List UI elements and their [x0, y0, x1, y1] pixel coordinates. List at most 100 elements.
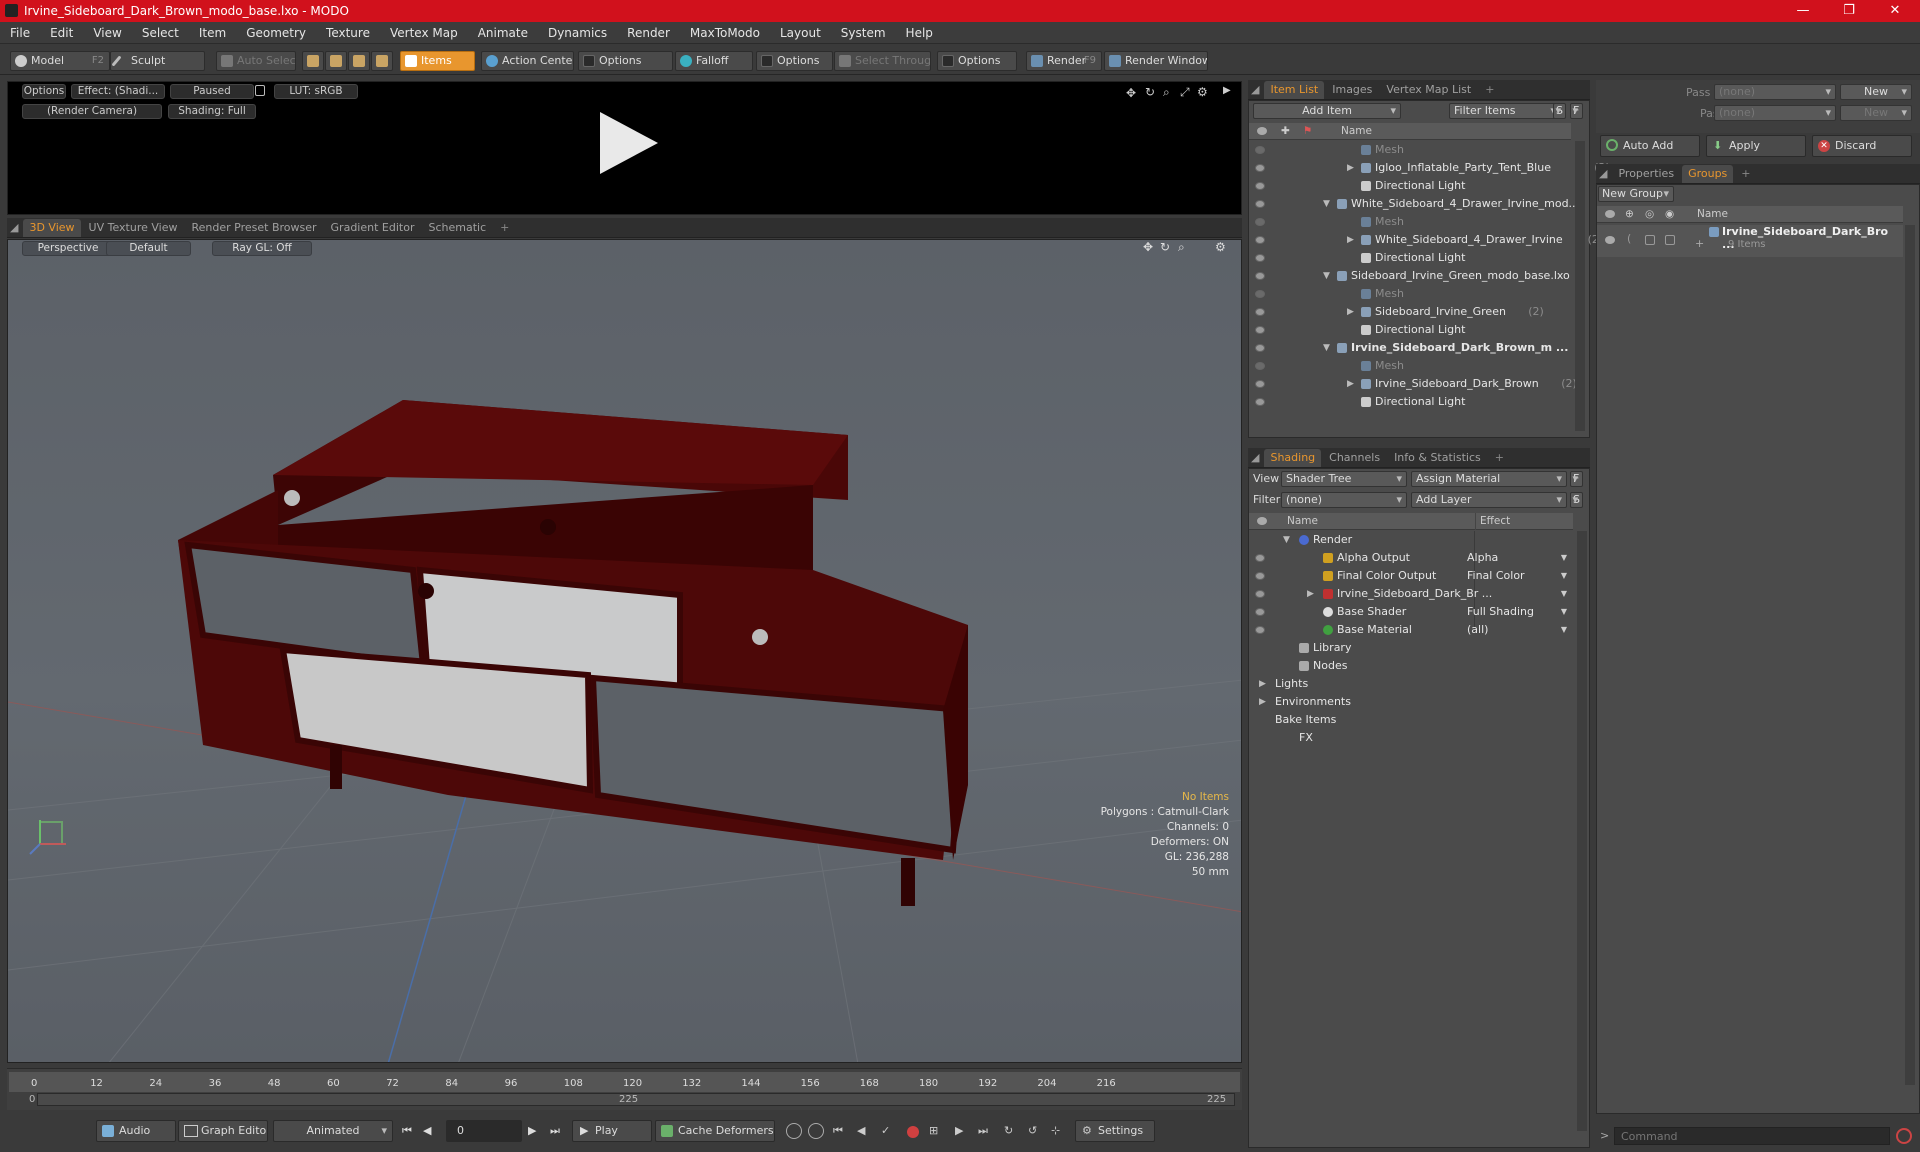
eye-icon[interactable]	[1255, 290, 1265, 298]
record-command-icon[interactable]	[1896, 1128, 1912, 1144]
next-frame-icon[interactable]: ▶	[528, 1124, 536, 1137]
shader-tree-row[interactable]: Base Shader Full Shading ▼	[1249, 603, 1573, 621]
falloff-button[interactable]: Falloff	[675, 51, 753, 71]
item-list-row[interactable]: ▶Igloo_Inflatable_Party_Tent_Blue(2)	[1249, 159, 1610, 177]
menu-item[interactable]: Item	[189, 26, 236, 40]
preview-paused-button[interactable]: Paused	[170, 84, 254, 99]
eye-icon[interactable]	[1605, 236, 1615, 244]
collapse-arrow-icon[interactable]: ▼	[1323, 339, 1330, 357]
lut-dropdown[interactable]: LUT: sRGB	[274, 84, 358, 99]
tab-info-statistics[interactable]: Info & Statistics	[1388, 449, 1487, 467]
eye-icon[interactable]	[1255, 326, 1265, 334]
filter-s-button[interactable]: S	[1553, 103, 1566, 119]
render-button[interactable]: Render F9	[1026, 51, 1102, 71]
eye-icon[interactable]	[1255, 380, 1265, 388]
collapse-arrow-icon[interactable]: ▼	[1323, 267, 1330, 285]
shader-tree-scrollbar[interactable]	[1577, 531, 1587, 1131]
tab-properties[interactable]: Properties	[1612, 165, 1680, 183]
key-channel-icon[interactable]: ⊞	[929, 1124, 938, 1137]
expand-arrow-icon[interactable]: ▶	[1347, 159, 1354, 177]
shader-tree-row[interactable]: Alpha Output Alpha ▼	[1249, 549, 1573, 567]
shading-f-button[interactable]: F	[1570, 471, 1583, 487]
passes-dropdown[interactable]: (none)	[1714, 105, 1836, 121]
item-list-row[interactable]: ▶ Irvine_Sideboard_Dark_Brown (2)	[1249, 375, 1577, 393]
item-list-row[interactable]: Directional Light	[1249, 321, 1571, 339]
add-tab-button[interactable]: +	[1479, 81, 1500, 99]
current-frame-input[interactable]: 0	[446, 1120, 522, 1142]
lock-icon[interactable]: (	[1627, 232, 1631, 245]
expand-arrow-icon[interactable]: ▶	[1347, 231, 1354, 249]
item-list-row[interactable]: ▼ White_Sideboard_4_Drawer_Irvine_mod...	[1249, 195, 1579, 213]
eye-icon[interactable]	[1255, 218, 1265, 226]
shader-tree-row[interactable]: FX	[1249, 729, 1573, 747]
shading-s-button[interactable]: S	[1570, 492, 1583, 508]
item-list-row[interactable]: Directional Light	[1249, 249, 1571, 267]
tab-gradient-editor[interactable]: Gradient Editor	[325, 219, 421, 237]
cache-deformers-button[interactable]: Cache Deformers	[655, 1120, 775, 1142]
eye-icon[interactable]	[1255, 146, 1265, 154]
add-layer-dropdown[interactable]: Add Layer	[1411, 492, 1567, 508]
record-icon[interactable]	[907, 1126, 919, 1138]
item-list-row[interactable]: Mesh	[1249, 213, 1571, 231]
panel-menu-icon[interactable]: ◢	[1596, 165, 1610, 183]
menu-select[interactable]: Select	[132, 26, 189, 40]
play-icon[interactable]	[592, 108, 662, 178]
prev-frame-icon[interactable]: ◀	[423, 1124, 431, 1137]
eye-icon[interactable]	[1255, 236, 1265, 244]
item-list-row[interactable]: Mesh	[1249, 357, 1571, 375]
shader-tree-row[interactable]: ▼ Render	[1249, 531, 1573, 549]
render-camera-dropdown[interactable]: (Render Camera)	[22, 104, 162, 119]
eye-icon[interactable]	[1255, 398, 1265, 406]
action-center-button[interactable]: Action Center	[481, 51, 574, 71]
shader-tree-row[interactable]: ▶ Environments	[1249, 693, 1573, 711]
shader-tree-row[interactable]: Base Material (all) ▼	[1249, 621, 1573, 639]
last-frame-icon[interactable]: ⏭	[550, 1124, 560, 1138]
select-checkbox[interactable]	[1645, 235, 1655, 245]
effect-value[interactable]: Final Color	[1467, 567, 1525, 585]
eye-icon[interactable]	[1255, 272, 1265, 280]
expand-arrow-icon[interactable]: ▶	[1347, 303, 1354, 321]
select-through-button[interactable]: Select Through	[834, 51, 931, 71]
menu-maxtomodo[interactable]: MaxToModo	[680, 26, 770, 40]
discard-button[interactable]: ✕ Discard	[1812, 135, 1912, 157]
pass-groups-dropdown[interactable]: (none)	[1714, 84, 1836, 100]
group-row[interactable]: ( + Irvine_Sideboard_Dark_Bro ... 9 Item…	[1597, 225, 1903, 257]
tab-schematic[interactable]: Schematic	[422, 219, 492, 237]
panel-menu-icon[interactable]: ◢	[1248, 81, 1262, 99]
collapse-arrow-icon[interactable]: ▼	[1323, 195, 1330, 213]
render-preview[interactable]: Options Effect: (Shadi... Paused LUT: sR…	[7, 81, 1242, 215]
item-list-row[interactable]: ▶ Sideboard_Irvine_Green (2)	[1249, 303, 1571, 321]
eye-icon[interactable]	[1255, 344, 1265, 352]
preview-options-button[interactable]: Options	[22, 84, 66, 99]
shading-dropdown[interactable]: Shading: Full	[168, 104, 256, 119]
polygons-mode-button[interactable]	[348, 51, 370, 71]
eye-icon[interactable]	[1255, 554, 1265, 562]
close-button[interactable]: ✕	[1872, 0, 1918, 22]
menu-file[interactable]: File	[0, 26, 40, 40]
maximize-button[interactable]: ❐	[1826, 0, 1872, 22]
tab-uv-texture-view[interactable]: UV Texture View	[83, 219, 184, 237]
expand-arrow-icon[interactable]: ▶	[1223, 85, 1231, 96]
chevron-down-icon[interactable]: ▼	[1561, 621, 1567, 639]
shader-tree-row[interactable]: Library	[1249, 639, 1573, 657]
eye-icon[interactable]	[1255, 200, 1265, 208]
materials-mode-button[interactable]	[371, 51, 393, 71]
minimize-button[interactable]: —	[1780, 0, 1826, 22]
key-wave-icon[interactable]: ✓	[881, 1124, 890, 1137]
menu-animate[interactable]: Animate	[468, 26, 538, 40]
add-tab-button[interactable]: +	[1489, 449, 1510, 467]
edges-mode-button[interactable]	[325, 51, 347, 71]
panel-menu-icon[interactable]: ◢	[1248, 449, 1262, 467]
eye-icon[interactable]	[1255, 362, 1265, 370]
timeline-ruler[interactable]: 0 12 24 36 48 60 72 84 96 108 120 132 144 156 168 180 19…	[9, 1072, 1240, 1092]
eye-icon[interactable]	[1255, 590, 1265, 598]
menu-system[interactable]: System	[831, 26, 896, 40]
auto-select-button[interactable]: Auto Select	[216, 51, 296, 71]
effect-value[interactable]: (all)	[1467, 621, 1488, 639]
expand-arrow-icon[interactable]: ▶	[1259, 693, 1266, 711]
filter-items-input[interactable]: Filter Items	[1449, 103, 1561, 119]
filter-f-button[interactable]: F	[1570, 103, 1583, 119]
zoom-icon[interactable]: ⌕	[1163, 85, 1170, 100]
tab-item-list[interactable]: Item List	[1264, 81, 1325, 99]
animated-dropdown[interactable]: Animated ▾	[273, 1120, 393, 1142]
